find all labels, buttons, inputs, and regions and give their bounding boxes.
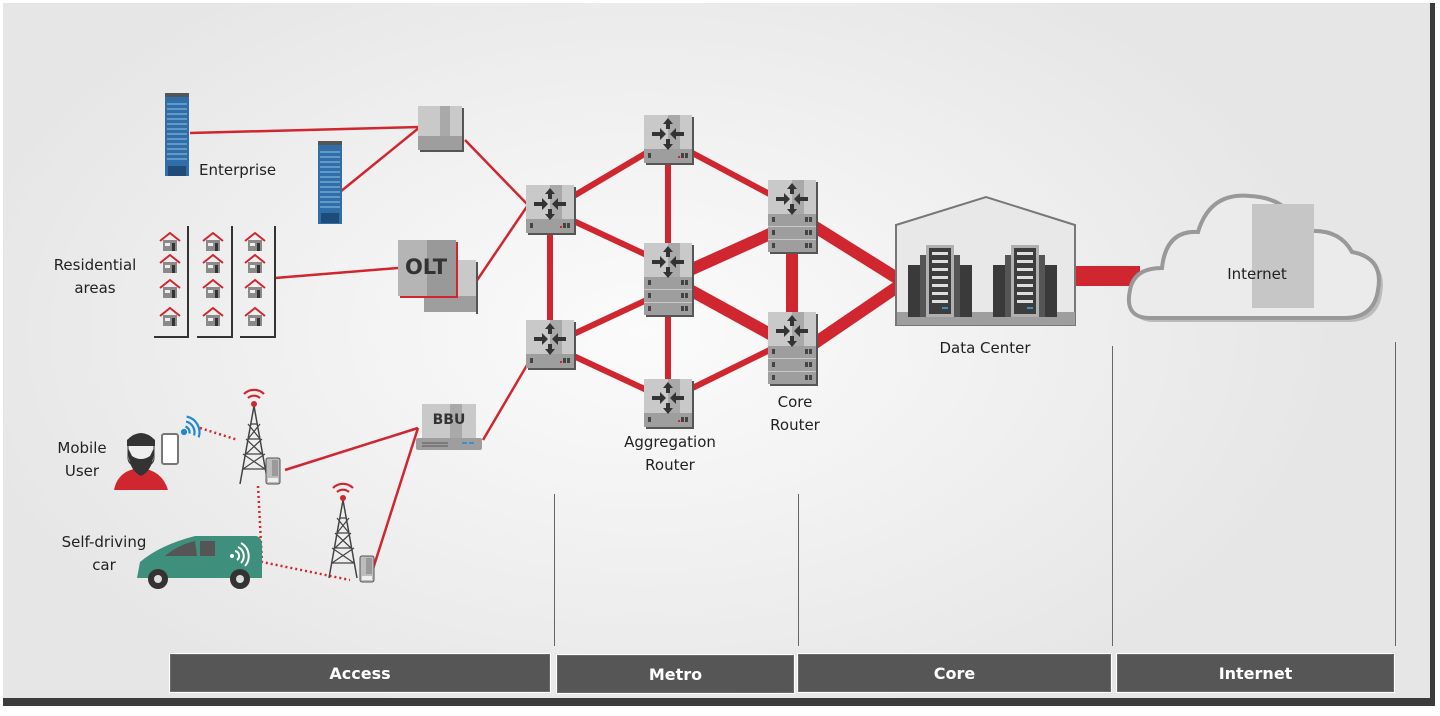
- residential-houses: [154, 226, 276, 338]
- residential-label-line1: Residential: [53, 256, 137, 274]
- bbu-label: BBU: [432, 412, 466, 428]
- cell-tower-2: [327, 482, 359, 580]
- enterprise-label: Enterprise: [199, 161, 277, 179]
- aggregation-router-top: [644, 115, 694, 165]
- core-router-label-line2: Router: [770, 416, 820, 434]
- divider-internet-end: [1395, 342, 1396, 646]
- smartphone-icon: [161, 433, 179, 465]
- section-band-metro: Metro: [557, 655, 794, 693]
- aggregation-router-bottom: [644, 379, 694, 429]
- enterprise-building-1: [165, 93, 189, 176]
- metro-edge-router-2: [526, 320, 576, 370]
- residential-label-line2: areas: [74, 279, 116, 297]
- wifi-signal-icon: [180, 415, 201, 438]
- network-diagram: [114, 93, 1383, 589]
- section-band-internet: Internet: [1117, 654, 1394, 692]
- aggregation-router-label-line2: Router: [645, 456, 695, 474]
- divider-core-internet: [1112, 346, 1113, 646]
- internet-cloud-icon: [1127, 193, 1383, 322]
- aggregation-router-middle: [644, 243, 694, 317]
- mobile-user-label-line1: Mobile: [57, 439, 107, 457]
- enterprise-building-2: [318, 141, 342, 224]
- core-router-2: [768, 312, 818, 386]
- aggregation-router-label-line1: Aggregation: [624, 433, 716, 451]
- core-router-label-line1: Core: [777, 393, 813, 411]
- section-band-access: Access: [170, 654, 550, 692]
- core-router-1: [768, 180, 818, 254]
- enterprise-switch: [418, 106, 464, 152]
- self-driving-car-icon: [137, 536, 262, 589]
- self-driving-car-label-line2: car: [92, 556, 116, 574]
- self-driving-car-label-line1: Self-driving: [61, 533, 147, 551]
- metro-edge-router-1: [526, 185, 576, 235]
- mobile-user-icon: [114, 433, 168, 490]
- mobile-user-label-line2: User: [64, 462, 100, 480]
- olt-label: OLT: [404, 255, 448, 279]
- access-links: [189, 125, 532, 582]
- rru-2: [359, 555, 375, 583]
- divider-metro-core: [798, 494, 799, 646]
- rru-1: [265, 457, 281, 485]
- divider-access-metro: [554, 494, 555, 646]
- data-center-icon: [895, 195, 1076, 326]
- cell-tower-1: [238, 388, 270, 486]
- internet-cloud-label: Internet: [1227, 265, 1287, 283]
- section-band-core: Core: [798, 654, 1111, 692]
- data-center-label: Data Center: [939, 339, 1031, 357]
